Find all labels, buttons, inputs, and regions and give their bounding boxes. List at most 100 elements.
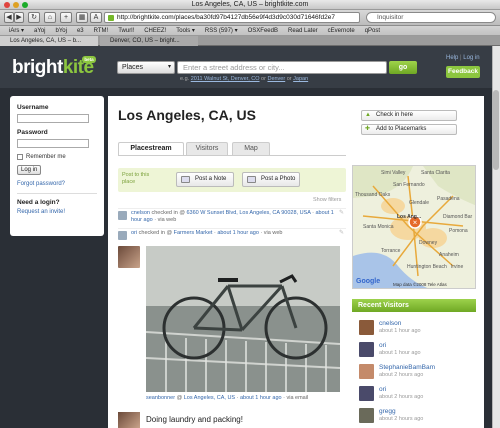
home-icon[interactable]: ⌂	[44, 12, 56, 23]
login-panel: Username Password Remember me Log in For…	[10, 96, 104, 236]
tab-divider	[118, 155, 346, 156]
visitor-item[interactable]: ori about 2 hours ago	[359, 384, 471, 404]
place-map[interactable]: ✕ Simi Valley Santa Clarita San Fernando…	[352, 165, 476, 289]
visitor-time: about 2 hours ago	[379, 372, 424, 378]
add-placemarks-button[interactable]: ✚ Add to Placemarks	[361, 124, 457, 135]
bookmark-item[interactable]: RSS (597) ▾	[200, 27, 243, 34]
map-label: Torrance	[381, 248, 401, 254]
zoom-window-button[interactable]	[22, 2, 28, 8]
address-bar[interactable]: http://brightkite.com/places/ba30fd97b41…	[104, 12, 360, 23]
visitor-item[interactable]: ori about 1 hour ago	[359, 340, 471, 360]
address-search-input[interactable]: Enter a street address or city...	[177, 61, 387, 74]
feed-place-link[interactable]: 6360 W Sunset Blvd, Los Angeles, CA 9002…	[186, 210, 310, 216]
remember-label: Remember me	[26, 154, 66, 160]
place-type-select[interactable]: Places ▾	[117, 61, 175, 74]
feedback-button[interactable]: Feedback	[446, 66, 480, 78]
svg-text:✕: ✕	[413, 221, 418, 227]
visitor-name[interactable]: cnelson	[379, 320, 401, 327]
bicycle-photo-illustration	[146, 246, 340, 392]
browser-tab[interactable]: Denver, CO, US – bright...	[100, 36, 198, 46]
bookmark-item[interactable]: qPost	[360, 28, 385, 34]
visitor-item[interactable]: cnelson about 1 hour ago	[359, 318, 471, 338]
help-link[interactable]: Help	[446, 55, 458, 61]
forgot-password-link[interactable]: Forgot password?	[17, 181, 97, 187]
plus-icon: ✚	[365, 126, 371, 132]
page-title: Los Angeles, CA, US	[118, 107, 256, 123]
photo-time-link[interactable]: about 1 hour ago	[240, 395, 282, 401]
check-in-button[interactable]: ▲ Check in here	[361, 110, 457, 121]
feed-user-link[interactable]: cnelson	[131, 210, 150, 216]
visitor-time: about 2 hours ago	[379, 416, 424, 422]
posted-photo[interactable]	[146, 246, 340, 392]
visitor-item[interactable]: StephanieBamBam about 2 hours ago	[359, 362, 471, 382]
bookmark-item[interactable]: e3	[72, 28, 89, 34]
url-text: http://brightkite.com/places/ba30fd97b41…	[117, 14, 335, 21]
feed-place-link[interactable]: Farmers Market	[174, 230, 213, 236]
avatar[interactable]	[359, 386, 374, 401]
example-address-link[interactable]: Japan	[293, 76, 308, 82]
username-field[interactable]	[17, 114, 89, 123]
browser-tab-bar: Los Angeles, CA, US – b... Denver, CO, U…	[0, 36, 500, 46]
visitor-name[interactable]: ori	[379, 386, 386, 393]
visitor-item[interactable]: gregg about 2 hours ago	[359, 406, 471, 426]
bookmark-item[interactable]: cEvernote	[323, 28, 360, 34]
example-address-link[interactable]: 2011 Walnut St, Denver, CO	[191, 76, 260, 82]
tab-placestream[interactable]: Placestream	[118, 142, 184, 156]
reload-icon[interactable]: ↻	[28, 12, 40, 23]
bookmark-item[interactable]: CHEEZ!	[139, 28, 171, 34]
show-filters-link[interactable]: Show filters	[313, 197, 341, 203]
login-button[interactable]: Log in	[17, 165, 42, 175]
request-invite-link[interactable]: Request an invite!	[17, 209, 97, 215]
bookmark-item[interactable]: aYoj	[29, 28, 50, 34]
comment-icon[interactable]: ✎	[339, 210, 344, 217]
browser-tab-active[interactable]: Los Angeles, CA, US – b...	[0, 36, 98, 46]
map-label: Santa Monica	[363, 224, 394, 230]
bookmark-item[interactable]: RTM!	[89, 28, 114, 34]
tab-overview-icon[interactable]: ▦	[76, 12, 88, 23]
bookmark-item[interactable]: iArs ▾	[4, 27, 29, 34]
comment-icon[interactable]: ✎	[339, 230, 344, 237]
avatar[interactable]	[359, 320, 374, 335]
visitor-name[interactable]: ori	[379, 342, 386, 349]
go-button[interactable]: go	[389, 61, 417, 74]
bookmark-item[interactable]: Tools ▾	[171, 27, 200, 34]
feed-user-link[interactable]: ori	[131, 230, 137, 236]
logo-main-text: bright	[12, 57, 63, 78]
avatar[interactable]	[359, 364, 374, 379]
avatar[interactable]	[359, 408, 374, 423]
photo-place-link[interactable]: Los Angeles, CA, US	[184, 395, 235, 401]
post-photo-button[interactable]: Post a Photo	[242, 172, 300, 187]
bookmark-item[interactable]: Twurl!	[113, 28, 139, 34]
scrollbar-thumb[interactable]	[493, 90, 499, 170]
map-label: Glendale	[409, 200, 430, 206]
note-icon	[181, 176, 190, 183]
remember-me[interactable]: Remember me	[17, 154, 97, 160]
avatar[interactable]	[118, 246, 140, 268]
password-field[interactable]	[17, 139, 89, 148]
visitor-name[interactable]: StephanieBamBam	[379, 364, 435, 371]
visitor-name[interactable]: gregg	[379, 408, 396, 415]
close-window-button[interactable]	[4, 2, 10, 8]
post-note-button[interactable]: Post a Note	[176, 172, 234, 187]
bookmark-add-icon[interactable]: +	[60, 12, 72, 23]
checkin-icon	[118, 231, 127, 240]
login-link[interactable]: Log in	[463, 55, 479, 61]
photo-user-link[interactable]: seanbonner	[146, 395, 175, 401]
bookmark-item[interactable]: Read Later	[283, 28, 323, 34]
tab-map[interactable]: Map	[232, 142, 270, 155]
bookmark-item[interactable]: OSXFeedB	[243, 28, 283, 34]
bookmark-item[interactable]: bYoj	[50, 28, 71, 34]
feed-time-link[interactable]: about 1 hour ago	[217, 230, 259, 236]
tab-visitors[interactable]: Visitors	[186, 142, 228, 155]
minimize-window-button[interactable]	[13, 2, 19, 8]
camera-icon	[247, 176, 256, 183]
avatar[interactable]	[118, 412, 140, 428]
back-icon[interactable]: ◀	[4, 12, 14, 23]
remember-checkbox[interactable]	[17, 154, 23, 160]
avatar[interactable]	[359, 342, 374, 357]
forward-icon[interactable]: ▶	[14, 12, 24, 23]
example-address-link[interactable]: Denver	[267, 76, 285, 82]
map-copyright: Map data ©2008 Tele Atlas	[393, 282, 447, 287]
browser-search-input[interactable]: Inquisitor	[366, 12, 496, 23]
text-size-icon[interactable]: A	[90, 12, 102, 23]
